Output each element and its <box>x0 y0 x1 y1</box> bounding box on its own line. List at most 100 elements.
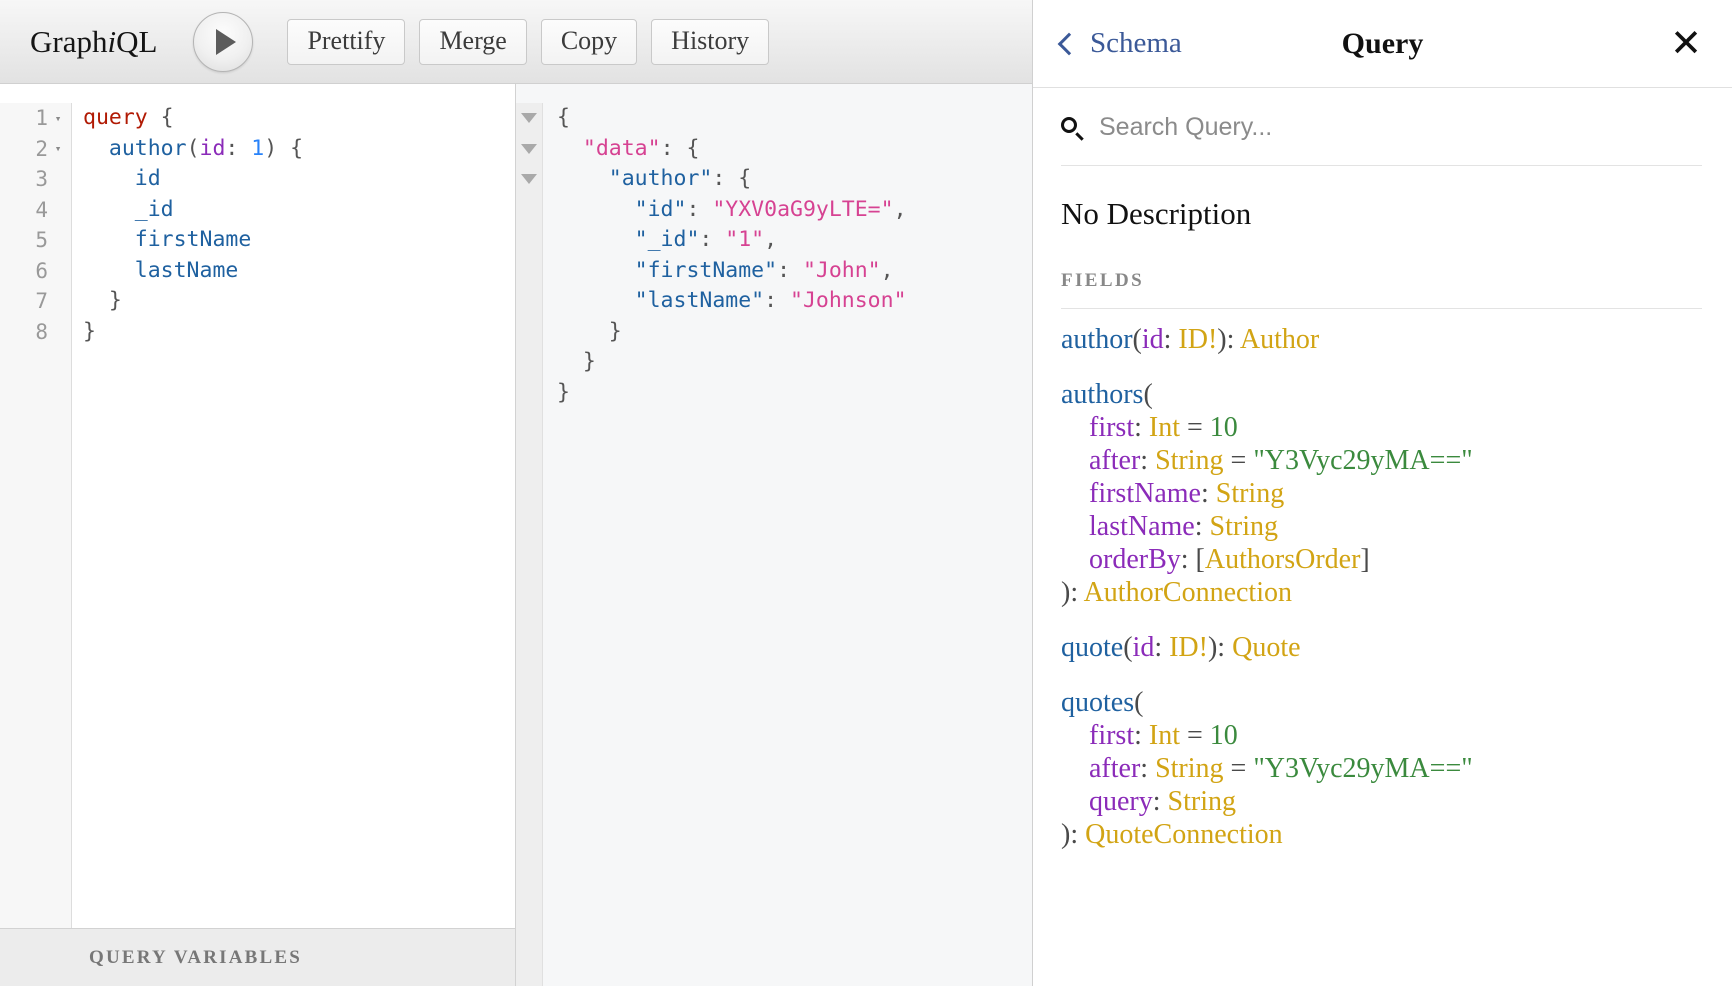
field-name-link[interactable]: quotes <box>1061 687 1134 718</box>
back-to-schema-link[interactable]: Schema <box>1057 27 1182 60</box>
result-line-gutter <box>516 225 542 256</box>
field-definition: authors( first: Int = 10 after: String =… <box>1061 378 1702 609</box>
result-line-gutter <box>516 347 542 378</box>
copy-button[interactable]: Copy <box>540 18 638 65</box>
fold-toggle-icon[interactable] <box>521 113 537 124</box>
field-name-link[interactable]: author <box>1061 324 1133 355</box>
type-name-link[interactable]: String <box>1216 478 1284 509</box>
result-line-gutter <box>516 103 542 134</box>
punctuation <box>1061 544 1089 575</box>
graphiql-app: GraphiQL Prettify Merge Copy History 1 ▾ 2… <box>0 0 1732 986</box>
doc-explorer-header: Schema Query ✕ <box>1033 0 1732 88</box>
punctuation: : [ <box>1180 544 1205 575</box>
type-name-link[interactable]: QuoteConnection <box>1085 819 1283 850</box>
line-number: 3▾ <box>35 167 48 192</box>
editor-panes: 1▾2▾3▾ 4▾ 5▾ 6▾ 7▾ 8▾ query { author(id: 1) {… <box>0 84 1032 986</box>
result-line-gutter <box>516 256 542 287</box>
argument-name-link[interactable]: after <box>1089 753 1140 784</box>
doc-search-row <box>1061 88 1702 166</box>
code-line: _id <box>134 196 174 222</box>
argument-name-link[interactable]: after <box>1089 445 1140 476</box>
result-line-gutter <box>516 195 542 226</box>
result-line: } <box>557 349 596 374</box>
result-line: { <box>557 105 570 130</box>
fold-toggle-icon[interactable] <box>521 174 537 185</box>
type-name-link[interactable]: AuthorsOrder <box>1205 544 1361 575</box>
query-variables-toggle[interactable]: QUERY VARIABLES <box>0 928 515 986</box>
line-number: 1 ▾ <box>0 103 71 134</box>
play-icon <box>216 28 237 55</box>
argument-name-link[interactable]: first <box>1089 720 1134 751</box>
code-line: lastName <box>134 257 239 283</box>
punctuation: = <box>1223 445 1254 476</box>
type-name-link[interactable]: ID! <box>1169 632 1208 663</box>
punctuation: = <box>1180 412 1210 443</box>
argument-name-link[interactable]: orderBy <box>1089 544 1181 575</box>
line-number-gutter[interactable]: 1▾2▾3▾ 4▾ 5▾ 6▾ 7▾ 8▾ <box>0 103 72 928</box>
punctuation: = <box>1180 720 1210 751</box>
punctuation <box>1061 753 1089 784</box>
line-number: 6▾ <box>35 258 48 283</box>
type-name-link[interactable]: String <box>1155 445 1223 476</box>
result-line: "firstName": "John", <box>634 257 894 283</box>
default-value: 10 <box>1209 720 1238 751</box>
type-name-link[interactable]: String <box>1210 511 1278 542</box>
punctuation: ): <box>1061 819 1079 850</box>
punctuation: ( <box>1123 632 1133 663</box>
doc-search-input[interactable] <box>1097 112 1702 143</box>
logo-i: i <box>107 23 117 59</box>
result-line-gutter <box>516 317 542 348</box>
merge-button[interactable]: Merge <box>419 18 527 65</box>
type-name-link[interactable]: ID! <box>1178 324 1217 355</box>
fold-toggle-icon[interactable]: ▾ <box>51 112 65 125</box>
result-fold-gutter[interactable] <box>516 103 543 986</box>
field-name-link[interactable]: authors <box>1061 379 1143 410</box>
result-line-gutter <box>516 286 542 317</box>
argument-name-link[interactable]: first <box>1089 412 1134 443</box>
prettify-button[interactable]: Prettify <box>287 18 406 65</box>
type-name-link[interactable]: String <box>1168 786 1236 817</box>
argument-name-link[interactable]: firstName <box>1089 478 1201 509</box>
default-value: "Y3Vyc29yMA==" <box>1253 445 1473 476</box>
line-number: 8▾ <box>35 319 48 344</box>
default-value: 10 <box>1209 412 1238 443</box>
type-description: No Description <box>1061 196 1252 231</box>
query-editor[interactable]: 1▾2▾3▾ 4▾ 5▾ 6▾ 7▾ 8▾ query { author(id: 1) {… <box>0 84 515 928</box>
punctuation <box>1061 445 1089 476</box>
line-number: 7▾ <box>35 289 48 314</box>
punctuation: = <box>1223 753 1254 784</box>
fields-section-label: FIELDS <box>1061 270 1702 309</box>
type-name-link[interactable]: Int <box>1149 720 1180 751</box>
argument-name-link[interactable]: id <box>1133 632 1155 663</box>
line-number: 4▾ <box>35 197 48 222</box>
argument-name-link[interactable]: id <box>1142 324 1164 355</box>
argument-name-link[interactable]: query <box>1089 786 1153 817</box>
execute-query-button[interactable] <box>193 11 254 72</box>
close-icon[interactable]: ✕ <box>1670 25 1702 63</box>
type-name-link[interactable]: Int <box>1149 412 1180 443</box>
field-definition: author(id: ID!): Author <box>1061 323 1702 356</box>
line-number: 2 ▾ <box>0 134 71 165</box>
code-line: firstName <box>134 227 252 252</box>
punctuation <box>1061 478 1089 509</box>
editor-area: GraphiQL Prettify Merge Copy History 1 ▾ 2… <box>0 0 1033 986</box>
type-name-link[interactable]: String <box>1155 753 1223 784</box>
result-line: } <box>557 379 570 405</box>
graphiql-logo: GraphiQL <box>30 24 157 60</box>
type-name-link[interactable]: Author <box>1240 324 1319 355</box>
result-line: "author": { <box>608 166 752 191</box>
result-line-gutter <box>516 164 542 195</box>
punctuation: : <box>1140 445 1156 476</box>
logo-suffix: QL <box>116 23 158 59</box>
query-code[interactable]: query { author(id: 1) { id _id firstName… <box>72 103 515 928</box>
argument-name-link[interactable]: lastName <box>1089 511 1195 542</box>
query-editor-pane: 1▾2▾3▾ 4▾ 5▾ 6▾ 7▾ 8▾ query { author(id: 1) {… <box>0 84 516 986</box>
toolbar: GraphiQL Prettify Merge Copy History <box>0 0 1032 84</box>
fold-toggle-icon[interactable]: ▾ <box>51 142 65 155</box>
field-name-link[interactable]: quote <box>1061 632 1123 663</box>
code-line: } <box>83 318 96 344</box>
type-name-link[interactable]: Quote <box>1232 632 1300 663</box>
type-name-link[interactable]: AuthorConnection <box>1084 577 1292 608</box>
history-button[interactable]: History <box>651 18 770 65</box>
fold-toggle-icon[interactable] <box>521 143 537 154</box>
